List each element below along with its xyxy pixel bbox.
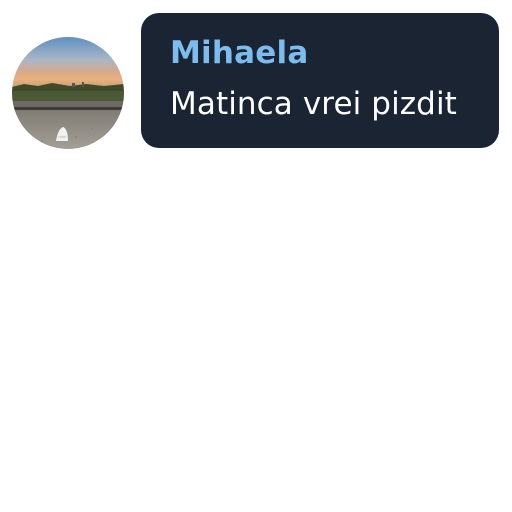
profile-photo-icon bbox=[12, 37, 124, 149]
message-bubble[interactable]: Mihaela Matinca vrei pizdit bbox=[141, 13, 499, 148]
sender-avatar[interactable] bbox=[12, 37, 124, 149]
message-text: Matinca vrei pizdit bbox=[170, 86, 457, 122]
sender-name[interactable]: Mihaela bbox=[170, 35, 473, 71]
chat-canvas: Mihaela Matinca vrei pizdit bbox=[0, 0, 512, 512]
message-row: Mihaela Matinca vrei pizdit bbox=[0, 0, 512, 160]
